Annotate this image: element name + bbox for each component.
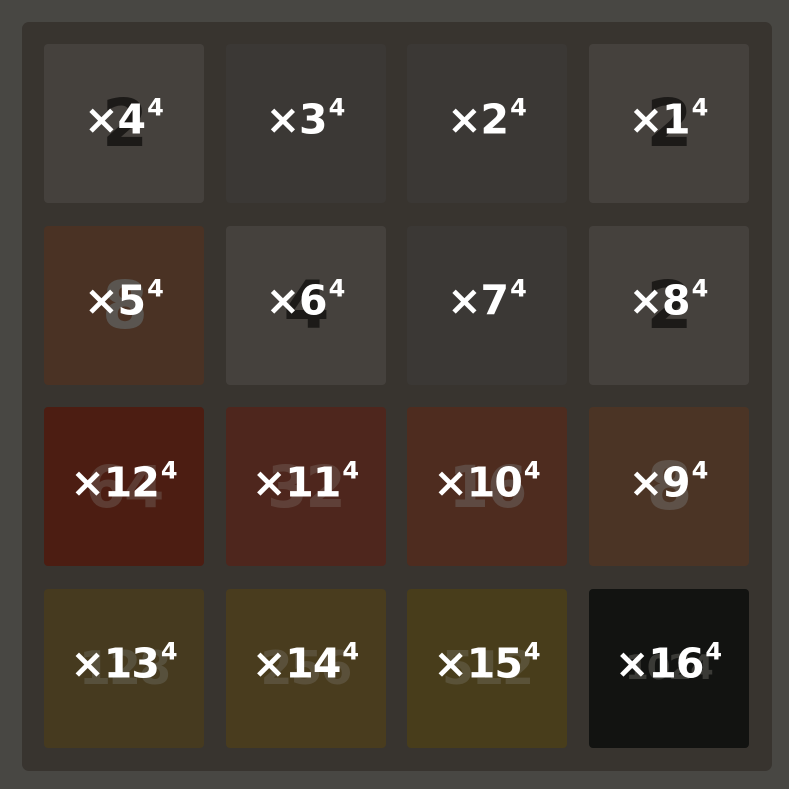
- tile-r1-c3: ×24: [407, 44, 567, 203]
- multiplier-base: ×16: [614, 639, 704, 688]
- tile-r4-c1: 128 ×134: [44, 588, 204, 748]
- tile-multiplier-label: ×164: [589, 639, 749, 684]
- multiplier-base: ×15: [433, 639, 522, 688]
- multiplier-exponent: 4: [510, 274, 527, 303]
- tile-multiplier-label: ×94: [589, 458, 749, 503]
- multiplier-exponent: 4: [328, 92, 346, 121]
- multiplier-base: ×6: [265, 276, 328, 325]
- multiplier-base: ×12: [70, 457, 159, 506]
- multiplier-exponent: 4: [328, 274, 346, 303]
- multiplier-base: ×10: [433, 457, 522, 506]
- tile-r1-c4: 2 ×14: [588, 44, 749, 203]
- tile-r3-c1: 64 ×124: [44, 407, 204, 566]
- tile-multiplier-label: ×24: [407, 95, 567, 140]
- multiplier-exponent: 4: [691, 92, 709, 121]
- tile-multiplier-label: ×134: [44, 639, 204, 684]
- multiplier-base: ×2: [447, 94, 509, 143]
- tile-multiplier-label: ×74: [407, 276, 567, 321]
- multiplier-exponent: 4: [160, 637, 178, 666]
- tile-multiplier-label: ×84: [589, 276, 749, 321]
- game-board: 2 ×44 ×34 ×24 2 ×14 8 ×54 4 ×64 ×74 2 ×84 64 ×124 32 ×11…: [22, 22, 772, 771]
- tile-r2-c4: 2 ×84: [588, 225, 749, 385]
- multiplier-exponent: 4: [342, 455, 360, 484]
- tile-multiplier-label: ×114: [226, 458, 386, 503]
- multiplier-base: ×7: [447, 276, 509, 325]
- multiplier-base: ×1: [628, 94, 691, 143]
- multiplier-base: ×11: [251, 457, 341, 506]
- tile-r2-c1: 8 ×54: [44, 225, 204, 385]
- multiplier-exponent: 4: [705, 637, 723, 666]
- multiplier-exponent: 4: [691, 455, 709, 484]
- tile-r4-c2: 256 ×144: [225, 588, 386, 748]
- tile-multiplier-label: ×44: [44, 95, 204, 140]
- tile-multiplier-label: ×34: [226, 95, 386, 140]
- tile-r3-c3: 16 ×104: [407, 407, 567, 566]
- multiplier-base: ×8: [628, 276, 691, 325]
- multiplier-exponent: 4: [510, 92, 527, 121]
- multiplier-exponent: 4: [147, 274, 164, 303]
- tile-multiplier-label: ×54: [44, 276, 204, 321]
- multiplier-base: ×4: [84, 94, 146, 143]
- multiplier-exponent: 4: [147, 92, 164, 121]
- tile-r1-c2: ×34: [225, 44, 386, 203]
- tile-multiplier-label: ×104: [407, 458, 567, 503]
- tile-r4-c4: 1024 ×164: [588, 588, 749, 748]
- multiplier-base: ×13: [70, 639, 159, 688]
- multiplier-exponent: 4: [160, 455, 178, 484]
- multiplier-exponent: 4: [523, 637, 541, 666]
- tile-r4-c3: 512 ×154: [407, 588, 567, 748]
- tile-r2-c2: 4 ×64: [225, 225, 386, 385]
- tile-multiplier-label: ×14: [589, 95, 749, 140]
- tile-multiplier-label: ×64: [226, 276, 386, 321]
- tile-r3-c4: 8 ×94: [588, 407, 749, 566]
- multiplier-exponent: 4: [342, 637, 360, 666]
- tile-r1-c1: 2 ×44: [44, 44, 204, 203]
- multiplier-base: ×3: [265, 94, 328, 143]
- tile-multiplier-label: ×124: [44, 458, 204, 503]
- multiplier-base: ×5: [84, 276, 146, 325]
- tile-multiplier-label: ×144: [226, 639, 386, 684]
- tile-multiplier-label: ×154: [407, 639, 567, 684]
- multiplier-exponent: 4: [523, 455, 541, 484]
- multiplier-base: ×9: [628, 457, 691, 506]
- multiplier-exponent: 4: [691, 274, 709, 303]
- multiplier-base: ×14: [251, 639, 341, 688]
- tile-r2-c3: ×74: [407, 225, 567, 385]
- tile-r3-c2: 32 ×114: [225, 407, 386, 566]
